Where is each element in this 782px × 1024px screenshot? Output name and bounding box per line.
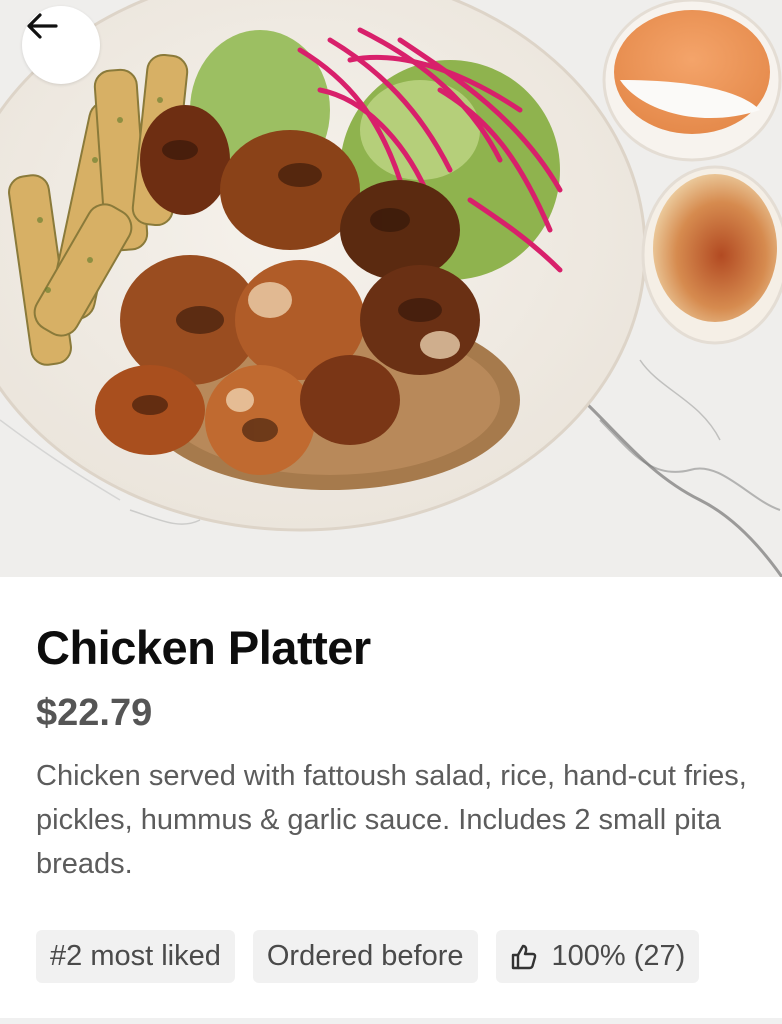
item-badges: #2 most liked Ordered before 100% (27) bbox=[36, 930, 700, 983]
thumbs-up-icon bbox=[511, 944, 536, 969]
badge-label: 100% (27) bbox=[551, 940, 686, 972]
food-photo bbox=[0, 0, 782, 577]
badge-rating: 100% (27) bbox=[495, 930, 700, 983]
badge-label: Ordered before bbox=[266, 940, 464, 972]
item-title: Chicken Platter bbox=[36, 621, 371, 674]
item-description: Chicken served with fattoush salad, rice… bbox=[36, 760, 747, 880]
badge-ordered-before: Ordered before bbox=[252, 930, 478, 983]
badge-most-liked: #2 most liked bbox=[36, 930, 235, 983]
badge-label: #2 most liked bbox=[50, 940, 221, 972]
item-hero-image bbox=[0, 0, 782, 577]
item-price: $22.79 bbox=[36, 692, 153, 734]
bottom-divider bbox=[0, 1018, 782, 1024]
item-details: Chicken Platter $22.79 Chicken served wi… bbox=[36, 618, 748, 886]
back-arrow-icon bbox=[27, 13, 58, 39]
back-button[interactable] bbox=[22, 6, 100, 84]
